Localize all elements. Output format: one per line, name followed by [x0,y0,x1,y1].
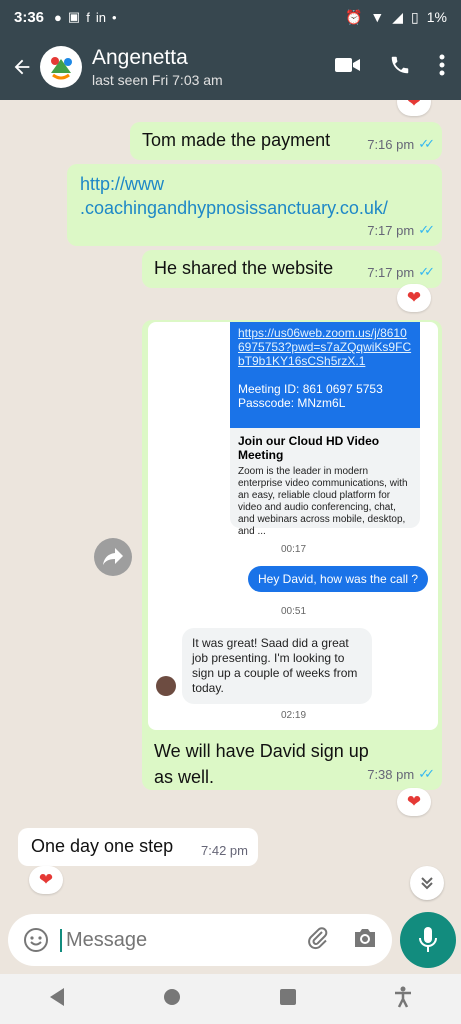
message-link-line2[interactable]: .coachingandhypnosissanctuary.co.uk/ [80,196,388,220]
screenshot-sent-message: Hey David, how was the call ? [248,566,429,592]
nav-recents-icon[interactable] [279,988,297,1011]
message-text: He shared the website [154,258,334,278]
wifi-icon: ▼ [370,9,385,25]
dot-icon: • [111,9,117,25]
screenshot-time: 02:19 [281,710,307,721]
passcode: Passcode: MNzm6L [238,396,346,410]
screenshot-received-message: It was great! Saad did a great job prese… [182,628,372,704]
screenshot-avatar [156,676,176,696]
phone-icon[interactable] [389,54,411,81]
linkedin-notification-icon: in [95,9,106,25]
screenshot-image[interactable]: https://us06web.zoom.us/j/86106975753?pw… [148,322,438,730]
chat-header: Angenetta last seen Fri 7:03 am [0,34,461,100]
heart-icon[interactable]: ❤ [397,284,431,312]
meeting-id: Meeting ID: 861 0697 5753 [238,382,383,396]
heart-icon[interactable]: ❤ [29,866,63,894]
preview-title: Join our Cloud HD Video Meeting [238,434,380,462]
message-outgoing-link[interactable]: http://www .coachingandhypnosissanctuary… [67,164,442,246]
avatar[interactable] [40,46,82,88]
alarm-icon: ⏰ [344,8,363,25]
battery-percent: 1% [426,9,447,25]
contact-info[interactable]: Angenetta last seen Fri 7:03 am [92,46,335,88]
accessibility-icon[interactable] [393,986,413,1013]
link-preview-card[interactable]: Join our Cloud HD Video Meeting Zoom is … [230,428,420,537]
message-link-line1[interactable]: http://www [80,172,388,196]
system-nav-bar [0,974,461,1024]
mic-icon[interactable] [400,912,456,968]
message-incoming[interactable]: One day one step 7:42 pm [18,828,258,866]
message-text: One day one step [31,836,174,856]
signal-icon: ◢ [392,8,404,25]
messages-notification-icon: ▣ [67,9,81,24]
zoom-invite: https://us06web.zoom.us/j/86106975753?pw… [230,322,420,428]
camera-icon[interactable] [352,927,378,954]
chevron-double-down-icon[interactable] [410,866,444,900]
zoom-link[interactable]: https://us06web.zoom.us/j/86106975753?pw… [238,326,412,368]
nav-back-icon[interactable] [48,987,66,1012]
heart-icon[interactable]: ❤ [397,100,431,116]
message-time: 7:16 pm [367,136,415,152]
message-time: 7:17 pm [367,222,415,238]
notification-icons: ● ▣ f in • [54,9,116,25]
emoji-icon[interactable] [22,926,50,954]
screenshot-time: 00:51 [281,606,307,617]
message-text: We will have David sign up as well. [154,741,369,787]
read-ticks-icon: ✓✓ [418,136,435,151]
more-vert-icon[interactable] [439,54,445,81]
chat-notification-icon: ● [54,9,62,25]
screenshot-time: 00:17 [281,544,307,555]
message-time: 7:42 pm [201,843,248,858]
preview-description: Zoom is the leader in modern enterprise … [238,466,408,537]
message-text: Tom made the payment [142,130,331,150]
chat-area[interactable]: ❤ Tom made the payment 7:16 pm ✓✓ http://… [0,100,461,912]
read-ticks-icon: ✓✓ [418,222,435,237]
read-ticks-icon: ✓✓ [418,264,435,279]
contact-name: Angenetta [92,46,188,69]
message-box[interactable] [8,914,392,966]
composer [0,912,461,972]
forward-icon[interactable] [94,538,132,576]
status-bar: 3:36 ● ▣ f in • ⏰ ▼ ◢ ▯ 1% [0,0,461,34]
message-time: 7:17 pm [367,264,415,280]
status-time: 3:36 [14,8,45,26]
message-time: 7:38 pm [367,766,415,782]
message-outgoing[interactable]: He shared the website 7:17 pm ✓✓ [142,250,442,288]
message-outgoing[interactable]: Tom made the payment 7:16 pm ✓✓ [130,122,442,160]
video-call-icon[interactable] [335,56,361,79]
paperclip-icon[interactable] [306,926,330,955]
facebook-notification-icon: f [86,9,90,25]
nav-home-icon[interactable] [162,987,182,1012]
last-seen: last seen Fri 7:03 am [92,72,223,88]
read-ticks-icon: ✓✓ [418,766,435,781]
heart-icon[interactable]: ❤ [397,788,431,816]
message-input[interactable] [60,928,280,952]
battery-icon: ▯ [411,8,419,25]
arrow-left-icon[interactable] [4,34,40,100]
